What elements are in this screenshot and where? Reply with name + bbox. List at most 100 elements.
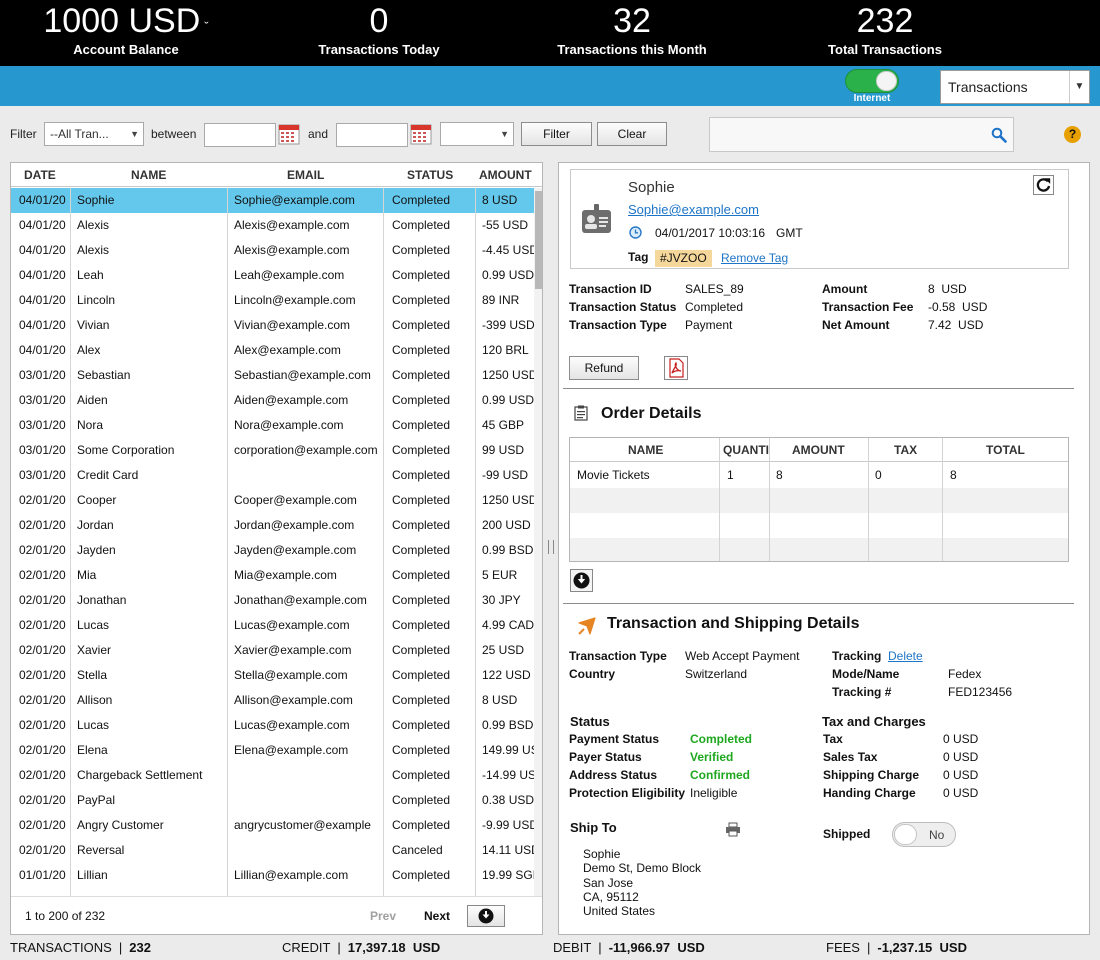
table-row[interactable]: 02/01/20 Cooper Cooper@example.com Complete… (11, 488, 534, 513)
refund-button[interactable]: Refund (569, 356, 639, 380)
table-row[interactable]: 03/01/20 Sebastian Sebastian@example.com Co… (11, 363, 534, 388)
cell-email (234, 463, 380, 488)
table-row[interactable]: 02/01/20 Chargeback Settlement Completed -1… (11, 763, 534, 788)
next-page-link[interactable]: Next (424, 909, 450, 923)
filter-button[interactable]: Filter (521, 122, 592, 146)
section-divider (563, 388, 1074, 389)
cell-status: Completed (392, 543, 451, 557)
col-email[interactable]: EMAIL (287, 168, 324, 182)
tx-type-label: Transaction Type (569, 318, 667, 332)
table-row[interactable]: 03/01/20 Nora Nora@example.com Completed 45 … (11, 413, 534, 438)
table-row[interactable]: 02/01/20 Jayden Jayden@example.com Complete… (11, 538, 534, 563)
search-input[interactable] (709, 117, 1014, 152)
refresh-button[interactable] (1033, 175, 1054, 195)
cell-status: Completed (392, 493, 451, 507)
table-row[interactable]: 02/01/20 Lucas Lucas@example.com Completed 0… (11, 713, 534, 738)
address-line-4: CA, 95112 (583, 890, 639, 904)
chevron-down-icon[interactable]: ˇ (204, 19, 208, 34)
table-row[interactable]: 02/01/20 Reversal Canceled 14.11 USD (11, 838, 534, 863)
ship-to-title: Ship To (570, 820, 617, 835)
panel-splitter[interactable] (548, 540, 554, 554)
mode-value: Fedex (948, 667, 982, 681)
cell-email: Vivian@example.com (234, 318, 351, 332)
transactions-month-value: 32 (613, 2, 651, 40)
end-date-input[interactable] (336, 123, 408, 147)
account-balance-stat[interactable]: 1000 USD ˇ Account Balance (26, 0, 226, 58)
calendar-icon[interactable] (410, 123, 432, 145)
table-row[interactable]: 04/01/20 Lincoln Lincoln@example.com Comple… (11, 288, 534, 313)
order-row-empty (570, 513, 1068, 538)
table-row[interactable]: 03/01/20 Credit Card Completed -99 USD (11, 463, 534, 488)
transaction-type-select[interactable]: --All Tran... ▼ (44, 122, 144, 146)
cell-email: Nora@example.com (234, 418, 344, 432)
table-row[interactable]: 04/01/20 Sophie Sophie@example.com Complete… (11, 188, 534, 213)
table-row[interactable]: 02/01/20 Jonathan Jonathan@example.com Comp… (11, 588, 534, 613)
col-amount[interactable]: AMOUNT (479, 168, 532, 182)
col-date[interactable]: DATE (24, 168, 56, 182)
table-row[interactable]: 03/01/20 Some Corporation corporation@exam… (11, 438, 534, 463)
table-row[interactable]: 02/01/20 Lucas Lucas@example.com Completed 4… (11, 613, 534, 638)
help-icon[interactable]: ? (1064, 126, 1081, 143)
table-row[interactable]: 04/01/20 Leah Leah@example.com Completed 0.9… (11, 263, 534, 288)
cell-amount: 89 INR (482, 293, 520, 307)
customer-email-link[interactable]: Sophie@example.com (628, 202, 759, 217)
cell-date: 03/01/20 (19, 418, 66, 432)
clear-button[interactable]: Clear (597, 122, 667, 146)
view-select[interactable]: Transactions ▼ (940, 70, 1090, 104)
order-item-name: Movie Tickets (577, 468, 650, 482)
expand-order-button[interactable] (570, 569, 593, 592)
table-row[interactable]: 02/01/20 PayPal Completed 0.38 USD (11, 788, 534, 813)
table-row[interactable]: 04/01/20 Alexis Alexis@example.com Complete… (11, 213, 534, 238)
calendar-icon[interactable] (278, 123, 300, 145)
prev-page-link[interactable]: Prev (370, 909, 396, 923)
view-select-value: Transactions (948, 79, 1028, 95)
table-row[interactable]: 02/01/20 Jordan Jordan@example.com Complete… (11, 513, 534, 538)
cell-name: Vivian (77, 318, 110, 332)
cell-status: Completed (392, 693, 451, 707)
scrollbar-thumb[interactable] (535, 191, 542, 289)
internet-toggle[interactable] (845, 69, 899, 93)
col-status[interactable]: STATUS (407, 168, 453, 182)
table-scrollbar[interactable] (534, 188, 542, 896)
cell-amount: 1250 USD (482, 368, 534, 382)
cell-name: Jayden (77, 543, 116, 557)
tax-section-title: Tax and Charges (822, 714, 926, 729)
table-row[interactable]: 02/01/20 Allison Allison@example.com Comple… (11, 688, 534, 713)
download-button[interactable] (467, 905, 505, 927)
cell-name: Jonathan (77, 593, 127, 607)
cell-name: Nora (77, 418, 104, 432)
order-col-tax[interactable]: TAX (894, 443, 917, 457)
order-col-quantity[interactable]: QUANTI (723, 443, 769, 457)
shipped-toggle[interactable]: No (892, 822, 956, 847)
table-row[interactable]: 04/01/20 Alex Alex@example.com Completed 120… (11, 338, 534, 363)
table-row[interactable]: 04/01/20 Vivian Vivian@example.com Complete… (11, 313, 534, 338)
table-row[interactable]: 02/01/20 Mia Mia@example.com Completed 5 EUR (11, 563, 534, 588)
footer-debit: DEBIT | -11,966.97 USD (553, 940, 705, 955)
order-row[interactable]: Movie Tickets 1 8 0 8 (570, 463, 1068, 488)
remove-tag-link[interactable]: Remove Tag (721, 251, 788, 265)
cell-name: Jordan (77, 518, 114, 532)
cell-status: Completed (392, 368, 451, 382)
cell-status: Completed (392, 743, 451, 757)
cell-name: Alexis (77, 218, 110, 232)
table-row[interactable]: 01/01/20 Lillian Lillian@example.com Comple… (11, 863, 534, 888)
table-row[interactable]: 02/01/20 Xavier Xavier@example.com Complete… (11, 638, 534, 663)
table-row[interactable]: 04/01/20 Alexis Alexis@example.com Complete… (11, 238, 534, 263)
cell-status: Completed (392, 193, 451, 207)
order-col-amount[interactable]: AMOUNT (792, 443, 845, 457)
order-col-total[interactable]: TOTAL (986, 443, 1025, 457)
order-col-name[interactable]: NAME (628, 443, 663, 457)
search-icon[interactable] (991, 127, 1007, 143)
cell-amount: 19.99 SGD (482, 868, 534, 882)
col-name[interactable]: NAME (131, 168, 166, 182)
cell-name: Alex (77, 343, 101, 357)
status-select[interactable]: ▼ (440, 122, 514, 146)
tracking-delete-link[interactable]: Delete (888, 649, 923, 663)
table-row[interactable]: 02/01/20 Angry Customer angrycustomer@exam… (11, 813, 534, 838)
printer-icon[interactable] (725, 822, 741, 837)
table-row[interactable]: 03/01/20 Aiden Aiden@example.com Completed 0… (11, 388, 534, 413)
table-row[interactable]: 02/01/20 Stella Stella@example.com Complete… (11, 663, 534, 688)
pdf-icon[interactable] (664, 356, 688, 380)
start-date-input[interactable] (204, 123, 276, 147)
table-row[interactable]: 02/01/20 Elena Elena@example.com Completed 1… (11, 738, 534, 763)
